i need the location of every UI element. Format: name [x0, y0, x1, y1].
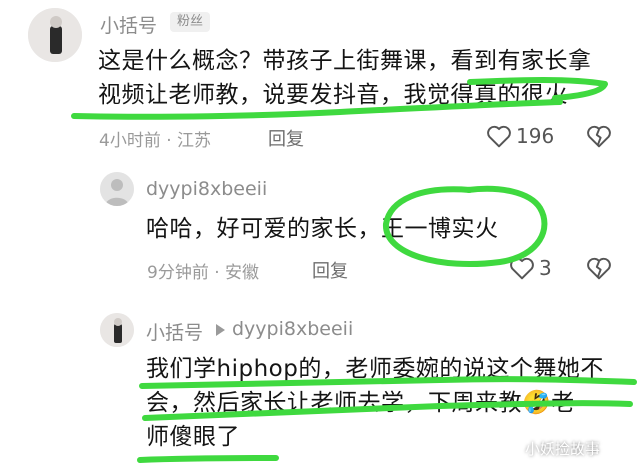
comment-text: 这是什么概念？带孩子上街舞课，看到有家长拿 视频让老师教，说要发抖音，我觉得真的…	[98, 44, 628, 112]
broken-heart-icon	[587, 257, 611, 280]
comment-username[interactable]: 小括号	[146, 318, 203, 345]
play-arrow-icon	[216, 324, 225, 336]
like-button[interactable]: 196	[486, 124, 554, 148]
comment-text: 哈哈，好可爱的家长，王一博实火	[146, 216, 499, 242]
reply-button[interactable]: 回复	[312, 257, 348, 283]
avatar[interactable]	[28, 8, 82, 62]
reply-arrow	[214, 322, 226, 341]
user-icon	[28, 8, 82, 62]
reply-button[interactable]: 回复	[268, 125, 304, 151]
avatar[interactable]	[100, 313, 134, 347]
reply-to-username[interactable]: dyypi8xbeeii	[232, 318, 353, 340]
user-icon	[100, 172, 134, 206]
heart-icon	[487, 125, 511, 148]
comment-line-text: 老	[551, 390, 575, 416]
broken-heart-icon	[587, 125, 611, 148]
marker-stroke	[137, 455, 279, 463]
dislike-button[interactable]	[586, 256, 612, 284]
comment-line-text: 会，然后家长让老师去学，下周来教	[146, 390, 522, 416]
fan-badge: 粉丝	[170, 12, 211, 32]
like-count: 3	[539, 256, 552, 280]
comment-line: 会，然后家长让老师去学，下周来教🤣老	[146, 386, 636, 420]
watermark: 小妖捡故事	[525, 440, 601, 458]
heart-icon	[510, 257, 534, 280]
user-icon	[100, 313, 134, 347]
comment-line: 这是什么概念？带孩子上街舞课，看到有家长拿	[98, 48, 592, 74]
comment-meta: 9分钟前 · 安徽	[147, 263, 260, 283]
like-button[interactable]: 3	[509, 256, 552, 280]
dislike-button[interactable]	[586, 124, 612, 152]
comment-line: 视频让老师教，说要发抖音，我觉得真的很火	[98, 82, 568, 108]
laughing-emoji-icon: 🤣	[522, 390, 552, 416]
avatar[interactable]	[100, 172, 134, 206]
like-count: 196	[516, 124, 555, 148]
comment-username[interactable]: 小括号	[100, 11, 157, 38]
comment-meta: 4小时前 · 江苏	[99, 131, 212, 151]
comment-username[interactable]: dyypi8xbeeii	[146, 178, 267, 200]
comment-line: 我们学hiphop的，老师委婉的说这个舞她不	[146, 356, 604, 382]
